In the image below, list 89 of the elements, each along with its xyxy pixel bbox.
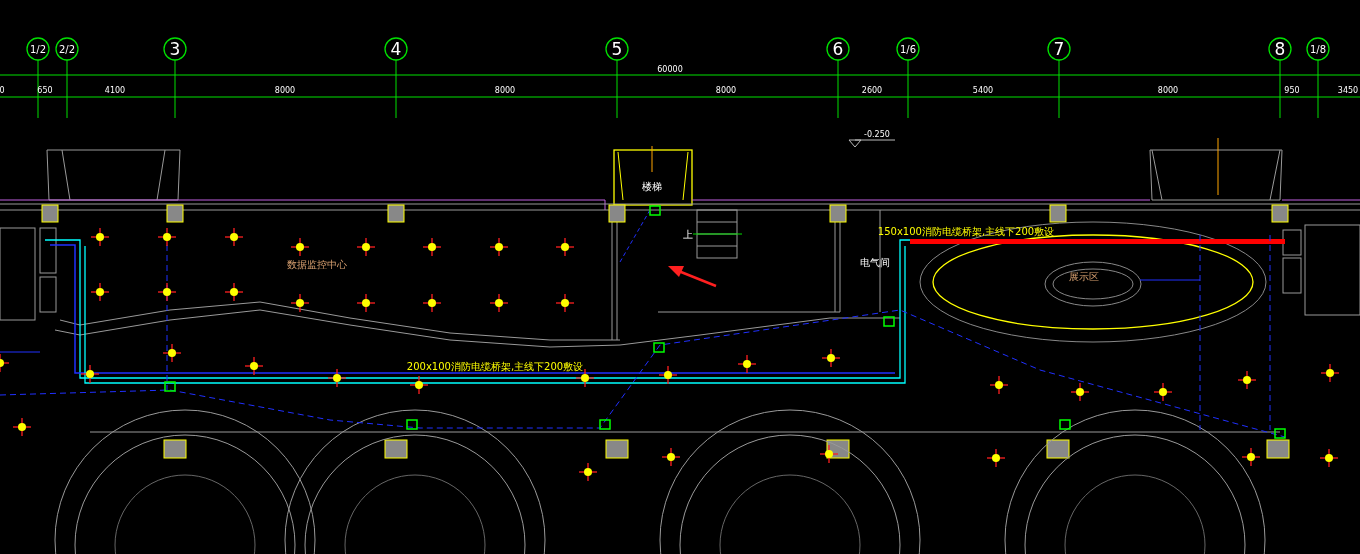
light-fixture-symbol: [422, 293, 442, 313]
room-label: 数据监控中心: [287, 259, 347, 270]
axis-bubble: 1/6: [896, 37, 920, 61]
light-fixture-symbol: [157, 227, 177, 247]
light-fixture-symbol: [90, 227, 110, 247]
light-fixture-symbol: [658, 365, 678, 385]
light-fixture-symbol: [819, 444, 839, 464]
light-fixture-symbol: [356, 237, 376, 257]
light-fixture-symbol: [422, 237, 442, 257]
device-symbol: [653, 342, 665, 353]
device-symbol: [599, 419, 611, 430]
device-symbol: [1059, 419, 1071, 430]
device-symbol: [649, 205, 661, 216]
axis-bubble: 2/2: [55, 37, 79, 61]
axis-bubble: 7: [1047, 37, 1071, 61]
light-fixture-symbol: [290, 293, 310, 313]
light-fixture-symbol: [989, 375, 1009, 395]
cable-tray-label: 150x100消防电缆桥架,主线下200敷设: [877, 226, 1055, 237]
dimension-label: 3450: [1337, 86, 1359, 95]
stair-drawing: [692, 209, 743, 259]
axis-bubble: 8: [1268, 37, 1292, 61]
light-fixture-symbol: [1153, 382, 1173, 402]
column: [829, 204, 847, 223]
light-fixture-symbol: [290, 237, 310, 257]
light-fixture-symbol: [821, 348, 841, 368]
light-fixture-symbol: [0, 353, 10, 373]
column: [608, 204, 626, 223]
axis-bubble: 1/8: [1306, 37, 1330, 61]
axis-bubble: 6: [826, 37, 850, 61]
dimension-label: 8000: [274, 86, 296, 95]
light-fixture-symbol: [244, 356, 264, 376]
dimension-label: 650: [37, 86, 53, 95]
device-symbol: [883, 316, 895, 327]
room-label: 展示区: [1069, 271, 1099, 282]
axis-bubble: 5: [605, 37, 629, 61]
light-fixture-symbol: [489, 237, 509, 257]
dimension-label: 8000: [494, 86, 516, 95]
light-fixture-symbol: [80, 364, 100, 384]
room-label: 楼梯: [642, 181, 662, 192]
light-fixture-symbol: [90, 282, 110, 302]
column: [1046, 439, 1070, 459]
dimension-label: 8000: [1157, 86, 1179, 95]
dimension-label: 950: [1284, 86, 1300, 95]
light-fixture-symbol: [489, 293, 509, 313]
device-symbol: [1274, 428, 1286, 439]
device-symbol: [406, 419, 418, 430]
light-fixture-symbol: [986, 448, 1006, 468]
light-fixture-symbol: [356, 293, 376, 313]
light-fixture-symbol: [157, 282, 177, 302]
light-fixture-symbol: [1320, 363, 1340, 383]
dimension-label: 5400: [972, 86, 994, 95]
light-fixture-symbol: [409, 375, 429, 395]
light-fixture-symbol: [12, 417, 32, 437]
dimension-label: 8000: [715, 86, 737, 95]
column: [163, 439, 187, 459]
light-fixture-symbol: [1237, 370, 1257, 390]
room-label: 电气间: [860, 257, 890, 268]
dimension-label: 60000: [657, 65, 683, 74]
light-fixture-symbol: [224, 282, 244, 302]
light-fixture-symbol: [162, 343, 182, 363]
column: [1049, 204, 1067, 223]
device-symbol: [164, 381, 176, 392]
column: [1271, 204, 1289, 223]
dimension-label: 0: [0, 86, 5, 95]
light-fixture-symbol: [1319, 448, 1339, 468]
axis-bubble: 1/2: [26, 37, 50, 61]
level-mark: -0.250: [848, 130, 896, 148]
light-fixture-symbol: [578, 462, 598, 482]
light-fixture-symbol: [661, 447, 681, 467]
stair-label: 上: [683, 229, 693, 240]
light-fixture-symbol: [327, 368, 347, 388]
light-fixture-symbol: [224, 227, 244, 247]
light-fixture-symbol: [555, 237, 575, 257]
axis-bubble: 4: [384, 37, 408, 61]
column: [166, 204, 184, 223]
cable-tray-label: 200x100消防电缆桥架,主线下200敷设: [406, 361, 584, 372]
axis-bubble: 3: [163, 37, 187, 61]
dimension-label: 4100: [104, 86, 126, 95]
column: [387, 204, 405, 223]
column: [605, 439, 629, 459]
dimension-label: 2600: [861, 86, 883, 95]
light-fixture-symbol: [737, 354, 757, 374]
arrow-annotation: [668, 266, 717, 288]
column: [384, 439, 408, 459]
light-fixture-symbol: [1070, 382, 1090, 402]
column: [1266, 439, 1290, 459]
light-fixture-symbol: [1241, 447, 1261, 467]
light-fixture-symbol: [555, 293, 575, 313]
column: [41, 204, 59, 223]
